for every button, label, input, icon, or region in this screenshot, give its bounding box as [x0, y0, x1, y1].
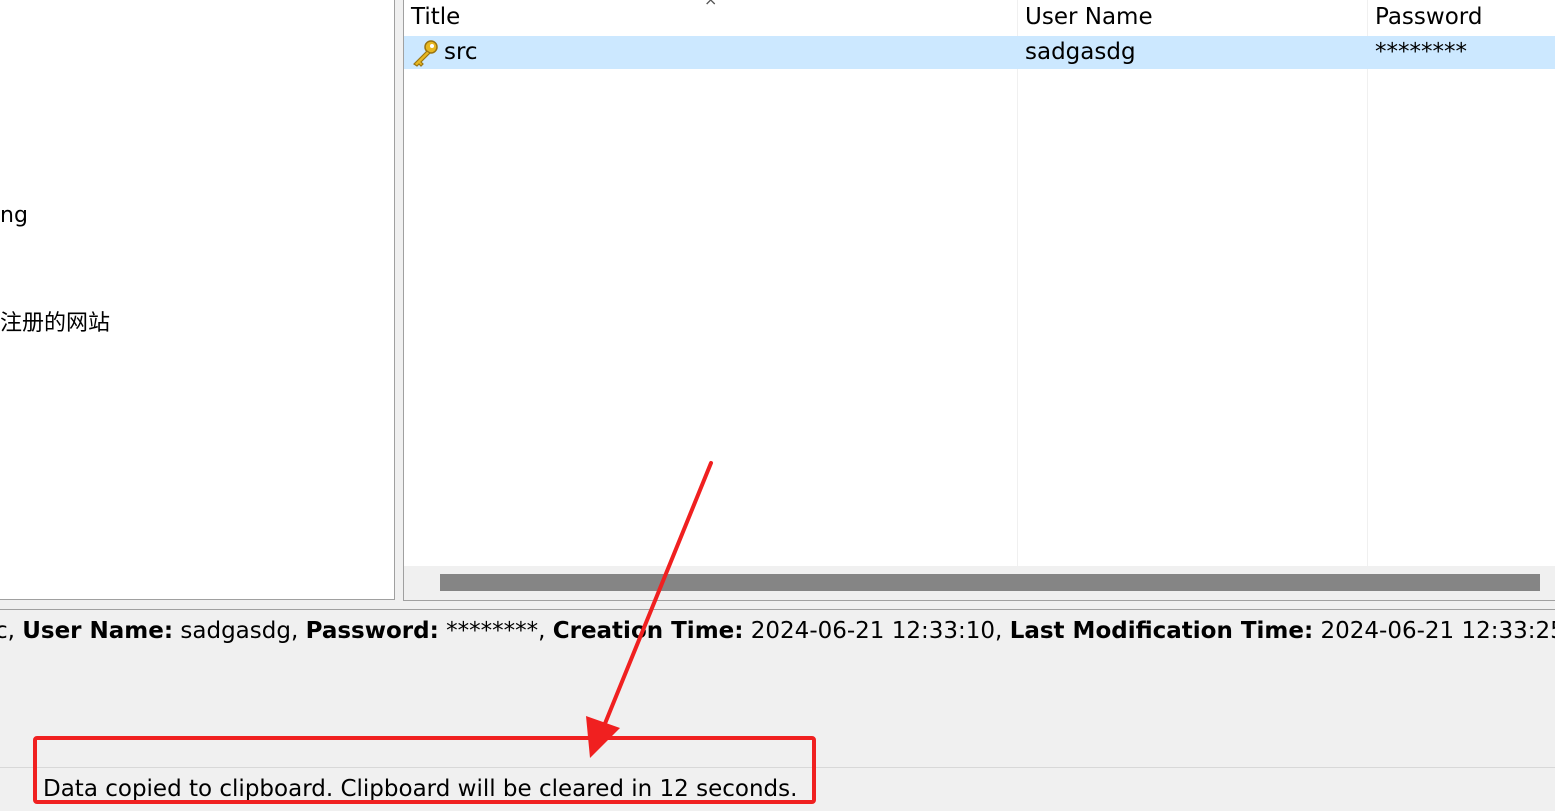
detail-modification-value: 2024-06-21 12:33:25: [1313, 618, 1555, 644]
detail-creation-label: Creation Time:: [552, 618, 744, 644]
detail-password-value: ********,: [438, 618, 553, 644]
scrollbar-thumb[interactable]: [440, 574, 1540, 591]
detail-user-name-value: sadgasdg,: [173, 618, 306, 644]
entry-list[interactable]: Title User Name Password × src sadgasdg …: [403, 0, 1555, 601]
entry-user-name: sadgasdg: [1025, 39, 1136, 65]
entry-password: ********: [1375, 39, 1467, 65]
column-header-user-name[interactable]: User Name: [1018, 0, 1368, 34]
tree-item-group[interactable]: ng: [0, 203, 28, 228]
column-divider: [1367, 0, 1368, 566]
panel-splitter[interactable]: [395, 0, 403, 602]
detail-creation-value: 2024-06-21 12:33:10,: [743, 618, 1010, 644]
detail-title-value: rc,: [0, 618, 15, 644]
entry-details-text: rc, User Name: sadgasdg, Password: *****…: [0, 618, 1555, 644]
table-row[interactable]: src sadgasdg ********: [404, 36, 1555, 69]
status-bar: Data copied to clipboard. Clipboard will…: [0, 767, 1555, 811]
entry-title: src: [444, 39, 478, 65]
column-header-password[interactable]: Password: [1368, 0, 1555, 34]
detail-password-label: Password:: [305, 618, 439, 644]
column-divider: [1017, 0, 1018, 566]
group-tree[interactable]: ng 注册的网站: [0, 0, 395, 600]
horizontal-scrollbar[interactable]: [404, 566, 1555, 600]
tree-item-registered-sites[interactable]: 注册的网站: [0, 305, 110, 337]
status-message: Data copied to clipboard. Clipboard will…: [43, 776, 798, 802]
detail-modification-label: Last Modification Time:: [1009, 618, 1314, 644]
close-icon[interactable]: ×: [704, 0, 717, 9]
entry-details-panel: rc, User Name: sadgasdg, Password: *****…: [0, 609, 1555, 768]
app-window: ng 注册的网站 Title User Name Password × src …: [0, 0, 1555, 811]
detail-user-name-label: User Name:: [22, 618, 174, 644]
key-icon: [413, 40, 438, 67]
